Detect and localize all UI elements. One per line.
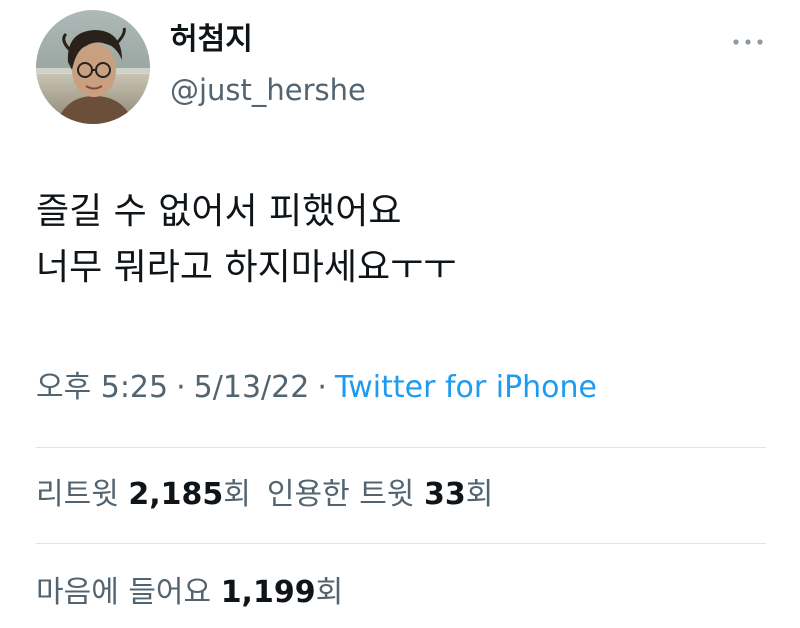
tweet-date[interactable]: 5/13/22 — [194, 370, 310, 405]
avatar-image — [36, 10, 150, 124]
user-handle[interactable]: @just_hershe — [170, 72, 366, 108]
more-horizontal-icon[interactable] — [728, 32, 768, 52]
tweet-meta: 오후 5:25 · 5/13/22 · Twitter for iPhone — [36, 368, 597, 408]
tweet-card: 허첨지 @just_hershe 즐길 수 없어서 피했어요 너무 뭐라고 하지… — [0, 0, 800, 628]
divider — [36, 543, 766, 544]
tweet-text: 즐길 수 없어서 피했어요 너무 뭐라고 하지마세요ㅜㅜ — [36, 184, 456, 296]
tweet-time[interactable]: 오후 5:25 — [36, 370, 168, 405]
quotes-stat[interactable]: 인용한 트윗 33회 — [267, 477, 493, 512]
retweets-stat[interactable]: 리트윗 2,185회 — [36, 477, 251, 512]
display-name[interactable]: 허첨지 — [170, 22, 253, 58]
retweets-unit: 회 — [223, 477, 251, 512]
quotes-unit: 회 — [465, 477, 494, 512]
meta-separator: · — [317, 370, 327, 405]
avatar[interactable] — [36, 10, 150, 124]
likes-label: 마음에 들어요 — [36, 575, 212, 610]
likes-row: 마음에 들어요 1,199회 — [36, 573, 343, 613]
quotes-count: 33 — [423, 477, 466, 512]
likes-count: 1,199 — [220, 575, 316, 610]
tweet-text-line-2: 너무 뭐라고 하지마세요ㅜㅜ — [36, 247, 457, 288]
retweets-count: 2,185 — [128, 477, 224, 512]
retweets-label: 리트윗 — [36, 477, 119, 512]
quotes-label: 인용한 트윗 — [266, 477, 415, 512]
likes-unit: 회 — [315, 575, 344, 610]
divider — [36, 447, 766, 448]
meta-separator: · — [176, 370, 186, 405]
tweet-source-link[interactable]: Twitter for iPhone — [335, 370, 597, 405]
likes-stat[interactable]: 마음에 들어요 1,199회 — [36, 575, 343, 610]
engagement-row: 리트윗 2,185회 인용한 트윗 33회 — [36, 475, 493, 515]
tweet-text-line-1: 즐길 수 없어서 피했어요 — [36, 191, 402, 232]
